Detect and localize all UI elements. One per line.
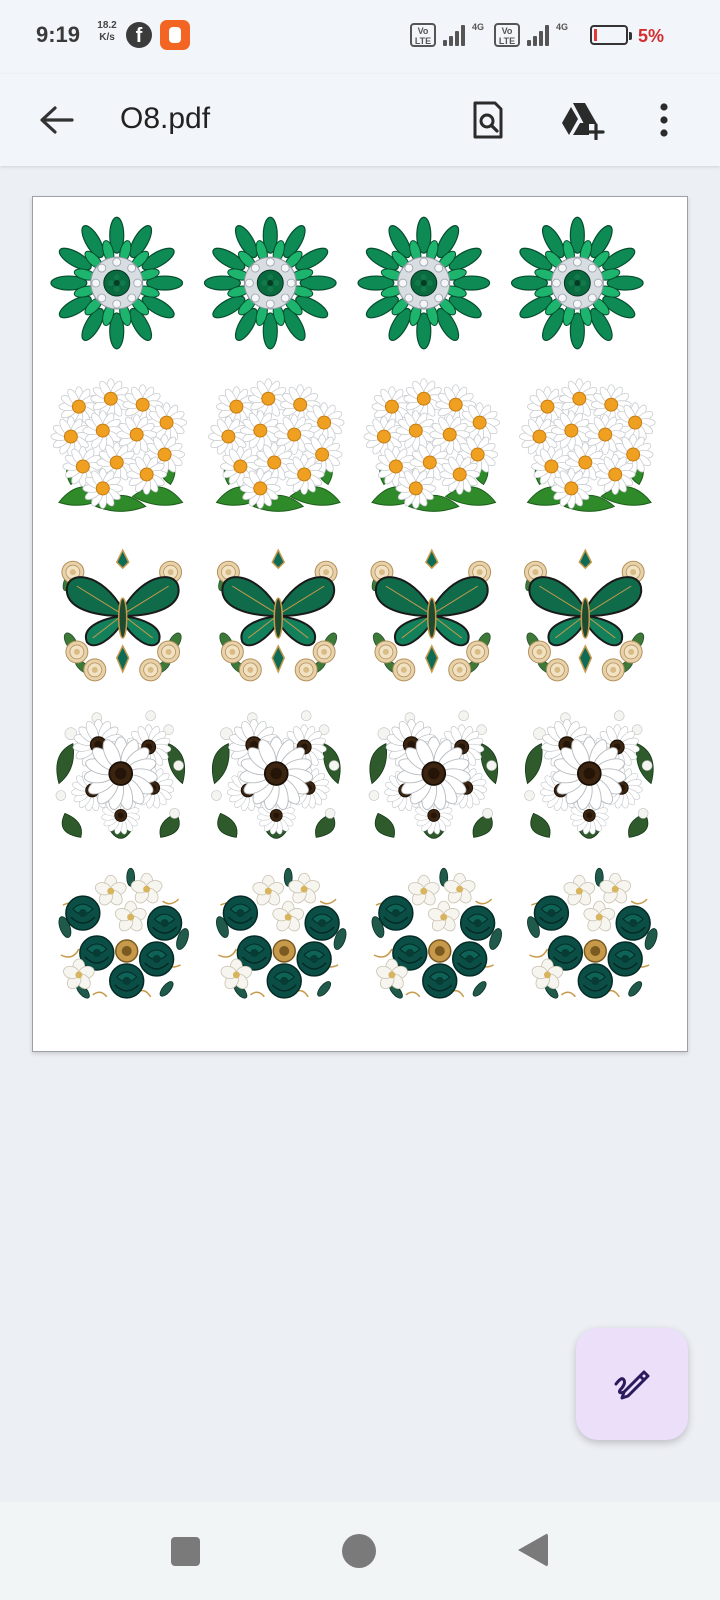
teal-rose-bouquet-sticker	[525, 868, 660, 1000]
network-speed: 18.2 K/s	[93, 20, 121, 44]
edit-fab-button[interactable]	[576, 1328, 688, 1440]
butterfly-roses-sticker	[61, 550, 184, 681]
more-options-button[interactable]	[638, 94, 690, 146]
butterfly-roses-sticker	[370, 550, 493, 681]
document-search-icon	[473, 101, 503, 139]
search-in-document-button[interactable]	[462, 94, 514, 146]
more-vert-icon	[660, 103, 668, 137]
battery-icon	[590, 25, 632, 45]
emerald-brooch-sticker	[203, 216, 337, 350]
network-speed-unit: K/s	[99, 32, 115, 43]
app-bar: O8.pdf	[0, 74, 720, 166]
volte-icon-2: Vo LTE	[494, 23, 520, 47]
status-bar: 9:19 18.2 K/s f Vo LTE 4G Vo LTE 4G 5%	[0, 0, 720, 74]
teal-rose-bouquet-sticker	[214, 868, 349, 1000]
daisy-bouquet-sticker	[520, 379, 656, 512]
battery-percent: 5%	[638, 26, 665, 46]
home-circle-icon[interactable]	[342, 1534, 376, 1568]
daisy-bouquet-sticker	[51, 379, 187, 512]
white-sunflower-sticker	[524, 711, 653, 839]
recents-square-icon[interactable]	[171, 1537, 200, 1566]
white-sunflower-sticker	[56, 711, 185, 839]
facebook-notification-icon: f	[126, 22, 152, 48]
status-time: 9:19	[36, 22, 81, 47]
app-notification-icon	[160, 20, 190, 50]
teal-rose-bouquet-sticker	[370, 868, 505, 1000]
pdf-page[interactable]	[32, 196, 688, 1052]
document-title: O8.pdf	[120, 102, 211, 135]
white-sunflower-sticker	[369, 711, 498, 839]
white-sunflower-sticker	[211, 711, 340, 839]
signal-strength-icon	[441, 22, 467, 48]
arrow-left-icon	[40, 106, 74, 134]
sticker-artwork-grid	[50, 216, 687, 1051]
add-to-drive-button[interactable]	[556, 94, 608, 146]
volte-icon: Vo LTE	[410, 23, 436, 47]
daisy-bouquet-sticker	[364, 379, 500, 512]
system-navigation-bar	[0, 1502, 720, 1600]
back-triangle-icon[interactable]	[518, 1533, 548, 1567]
signal-strength-icon-2	[525, 22, 551, 48]
teal-rose-bouquet-sticker	[56, 868, 191, 1000]
emerald-brooch-sticker	[50, 216, 184, 350]
network-speed-value: 18.2	[97, 20, 117, 31]
network-type-label: 4G	[472, 22, 485, 32]
network-type-label-2: 4G	[556, 22, 569, 32]
butterfly-roses-sticker	[524, 550, 647, 681]
butterfly-roses-sticker	[217, 550, 340, 681]
emerald-brooch-sticker	[357, 216, 491, 350]
volte-label: Vo LTE	[414, 26, 432, 46]
back-button[interactable]	[28, 96, 84, 144]
edit-pen-icon	[614, 1370, 650, 1400]
daisy-bouquet-sticker	[208, 379, 344, 512]
add-to-drive-icon	[562, 103, 605, 140]
emerald-brooch-sticker	[510, 216, 644, 350]
volte-label-2: Vo LTE	[498, 26, 516, 46]
